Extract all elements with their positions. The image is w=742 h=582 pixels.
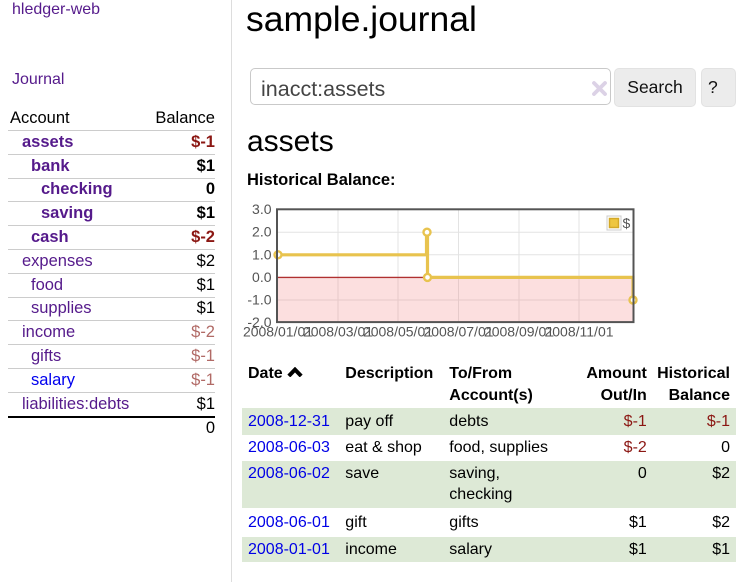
svg-text:1.0: 1.0	[252, 246, 272, 262]
svg-text:2.0: 2.0	[252, 224, 272, 240]
svg-text:$: $	[623, 215, 631, 231]
svg-text:3.0: 3.0	[252, 201, 272, 217]
svg-text:-1.0: -1.0	[247, 292, 271, 308]
svg-text:0.0: 0.0	[252, 269, 272, 285]
svg-text:2008/11/01: 2008/11/01	[544, 324, 613, 340]
